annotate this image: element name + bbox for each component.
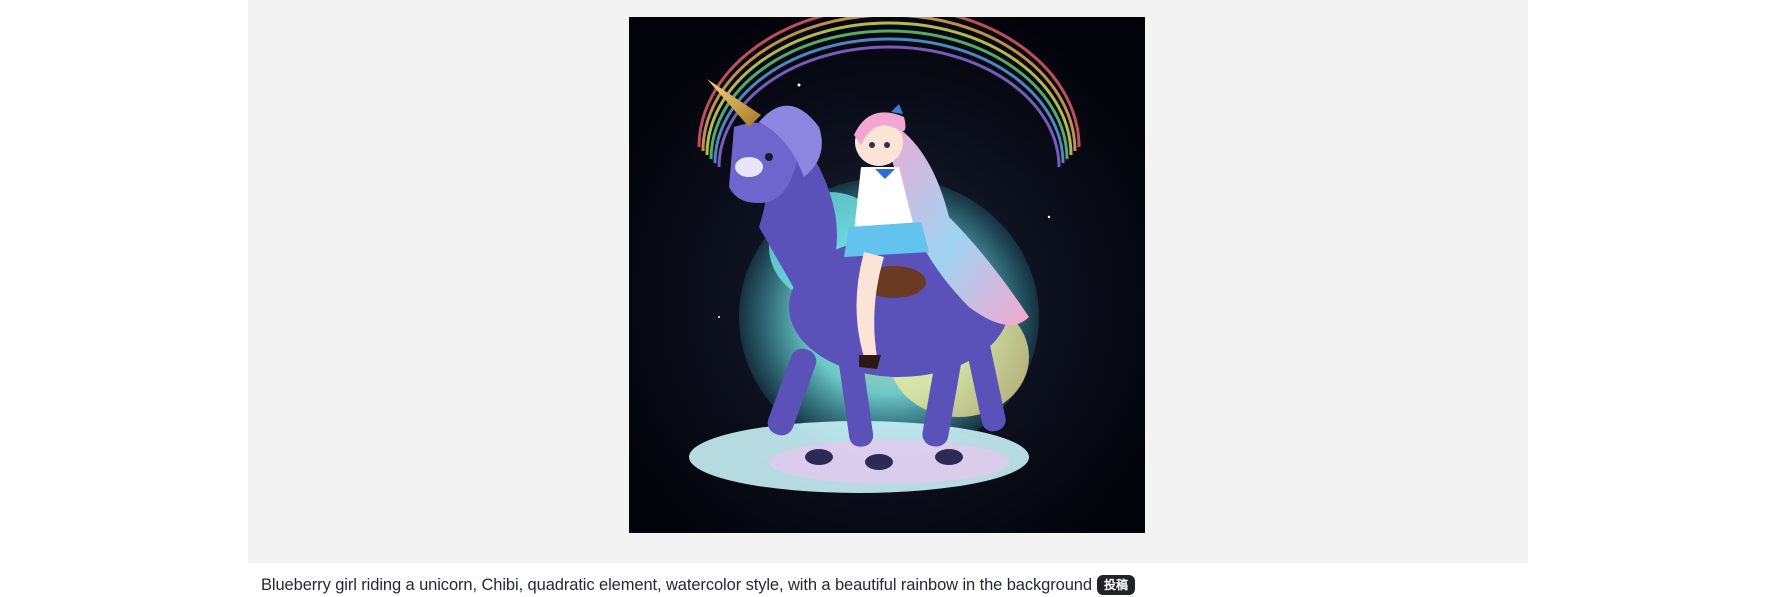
post-badge[interactable]: 投稿 <box>1096 575 1135 595</box>
artwork-illustration <box>629 17 1145 533</box>
generated-artwork-image[interactable] <box>629 17 1145 533</box>
post-caption: Blueberry girl riding a unicorn, Chibi, … <box>261 575 1092 594</box>
post-page: Blueberry girl riding a unicorn, Chibi, … <box>0 0 1776 597</box>
image-frame <box>248 0 1528 563</box>
caption-row: Blueberry girl riding a unicorn, Chibi, … <box>261 574 1135 596</box>
